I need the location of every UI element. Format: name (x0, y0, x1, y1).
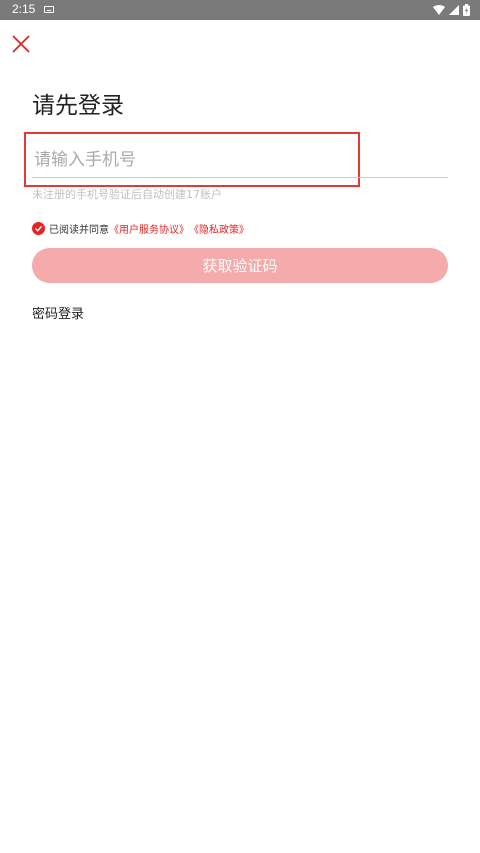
signal-icon (449, 5, 459, 15)
get-code-button[interactable]: 获取验证码 (32, 248, 448, 283)
privacy-policy-link[interactable]: 《隐私政策》 (189, 221, 249, 236)
password-login-link[interactable]: 密码登录 (32, 303, 84, 322)
phone-input[interactable] (34, 146, 344, 174)
agreement-row: 已阅读并同意 《用户服务协议》 《隐私政策》 (32, 221, 249, 236)
phone-input-underline (32, 177, 448, 178)
status-bar: 2:15 (0, 0, 480, 20)
status-icons (433, 3, 470, 17)
wifi-icon (433, 5, 445, 15)
page-title: 请先登录 (32, 93, 124, 119)
agreement-checkbox[interactable] (32, 221, 45, 235)
agreement-prefix: 已阅读并同意 (49, 224, 109, 236)
close-button[interactable] (10, 33, 32, 55)
battery-icon (463, 4, 470, 16)
status-time: 2:15 (12, 2, 36, 16)
register-hint: 未注册的手机号验证后自动创建17账户 (32, 188, 222, 201)
user-agreement-link[interactable]: 《用户服务协议》 (109, 221, 189, 236)
check-icon (35, 225, 43, 232)
keyboard-icon (44, 6, 54, 13)
close-icon (12, 35, 30, 53)
phone-input-highlight (24, 132, 360, 187)
